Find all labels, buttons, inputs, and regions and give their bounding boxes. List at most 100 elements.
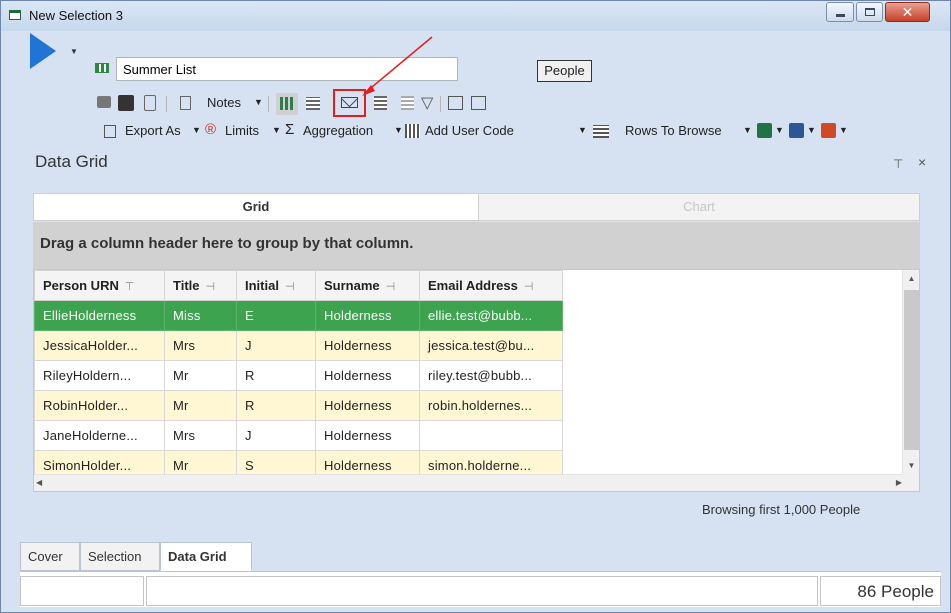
toolbar-separator (268, 96, 269, 112)
minimize-button[interactable] (826, 2, 854, 22)
cell-email[interactable]: riley.test@bubb... (419, 360, 563, 391)
scroll-left-icon[interactable]: ◀ (36, 475, 42, 491)
user-code-dropdown-icon[interactable]: ▼ (578, 125, 587, 135)
cell-title[interactable]: Mr (164, 390, 237, 421)
view-tabs: Grid Chart (33, 193, 920, 221)
cell-title[interactable]: Mr (164, 360, 237, 391)
rows-to-browse-button[interactable]: Rows To Browse (625, 123, 722, 138)
add-user-code-button[interactable]: Add User Code (425, 123, 514, 138)
notes-dropdown-icon[interactable]: ▼ (254, 97, 263, 107)
cell-email[interactable] (419, 420, 563, 451)
cell-title[interactable]: Mrs (164, 420, 237, 451)
pin-icon[interactable]: ⊣ (386, 281, 396, 293)
cell-initial[interactable]: R (236, 390, 316, 421)
grid-icon (95, 63, 109, 73)
scroll-down-icon[interactable]: ▼ (904, 458, 919, 474)
cell-surname[interactable]: Holderness (315, 330, 420, 361)
vertical-scrollbar[interactable]: ▲ ▼ (902, 270, 919, 475)
cell-email[interactable]: ellie.test@bubb... (419, 300, 563, 331)
lock-icon[interactable] (97, 96, 111, 108)
cell-person-urn[interactable]: EllieHolderness (34, 300, 165, 331)
tab-grid[interactable]: Grid (34, 194, 478, 220)
limits-button[interactable]: Limits (225, 123, 259, 138)
word-dropdown-icon[interactable]: ▼ (807, 125, 816, 135)
pin-icon[interactable]: ⊣ (285, 281, 295, 293)
excel-dropdown-icon[interactable]: ▼ (775, 125, 784, 135)
excel-icon[interactable] (757, 123, 772, 138)
tab-data-grid[interactable]: Data Grid (160, 542, 252, 571)
cell-person-urn[interactable]: RileyHoldern... (34, 360, 165, 391)
scroll-thumb[interactable] (904, 290, 919, 450)
rows-icon (593, 125, 609, 138)
horizontal-scrollbar[interactable]: ◀ ▶ (34, 474, 904, 491)
maximize-button[interactable] (856, 2, 883, 22)
rows-dropdown-icon[interactable]: ▼ (743, 125, 752, 135)
limits-icon: ® (205, 121, 217, 138)
cell-surname[interactable]: Holderness (315, 360, 420, 391)
tab-selection[interactable]: Selection (80, 542, 160, 571)
panel-close-icon[interactable]: × (918, 154, 926, 170)
sigma-icon: Σ (285, 121, 295, 138)
list-view-icon[interactable] (306, 97, 320, 110)
outdent-icon[interactable] (401, 96, 414, 110)
table-row[interactable]: JaneHolderne... Mrs J Holderness (34, 420, 563, 451)
close-button[interactable]: ✕ (885, 2, 930, 22)
column-header-initial[interactable]: Initial ⊣ (236, 270, 316, 301)
cell-surname[interactable]: Holderness (315, 420, 420, 451)
cell-initial[interactable]: R (236, 360, 316, 391)
cell-email[interactable]: robin.holdernes... (419, 390, 563, 421)
powerpoint-icon[interactable] (821, 123, 836, 138)
column-header-person-urn[interactable]: Person URN ⊤ (34, 270, 165, 301)
table-row[interactable]: JessicaHolder... Mrs J Holderness jessic… (34, 330, 563, 361)
limits-dropdown-icon[interactable]: ▼ (272, 125, 281, 135)
table-icon[interactable] (448, 96, 463, 110)
column-header-title[interactable]: Title ⊣ (164, 270, 237, 301)
status-panel (20, 576, 144, 606)
selection-name-input[interactable] (116, 57, 458, 81)
cell-surname[interactable]: Holderness (315, 390, 420, 421)
cell-initial[interactable]: J (236, 330, 316, 361)
indent-icon[interactable] (374, 96, 387, 110)
filter-icon[interactable]: ▽ (421, 93, 433, 113)
toolbar-separator (440, 96, 441, 112)
export-as-button[interactable]: Export As (125, 123, 181, 138)
cell-person-urn[interactable]: RobinHolder... (34, 390, 165, 421)
tab-cover[interactable]: Cover (20, 542, 80, 571)
play-dropdown-icon[interactable]: ▼ (70, 47, 78, 56)
cell-email[interactable]: jessica.test@bu... (419, 330, 563, 361)
aggregation-button[interactable]: Aggregation (303, 123, 373, 138)
scroll-corner (902, 474, 919, 491)
cell-surname[interactable]: Holderness (315, 300, 420, 331)
tab-chart[interactable]: Chart (478, 194, 919, 220)
pin-icon[interactable]: ⊤ (893, 157, 903, 171)
cell-person-urn[interactable]: JaneHolderne... (34, 420, 165, 451)
email-icon (341, 97, 358, 108)
export-dropdown-icon[interactable]: ▼ (192, 125, 201, 135)
scroll-up-icon[interactable]: ▲ (904, 271, 919, 287)
cell-title[interactable]: Mrs (164, 330, 237, 361)
cell-person-urn[interactable]: JessicaHolder... (34, 330, 165, 361)
group-by-hint[interactable]: Drag a column header here to group by th… (33, 222, 920, 269)
people-button[interactable]: People (537, 60, 592, 82)
table-row[interactable]: EllieHolderness Miss E Holderness ellie.… (34, 300, 563, 331)
table-row[interactable]: RobinHolder... Mr R Holderness robin.hol… (34, 390, 563, 421)
pin-icon[interactable]: ⊣ (206, 281, 216, 293)
new-icon[interactable] (144, 95, 156, 111)
save-icon[interactable] (118, 95, 134, 111)
columns-icon[interactable] (471, 96, 486, 110)
grid-table: Person URN ⊤ Title ⊣ Initial ⊣ Surname ⊣ Ema… (34, 270, 563, 481)
table-row[interactable]: RileyHoldern... Mr R Holderness riley.te… (34, 360, 563, 391)
cell-initial[interactable]: J (236, 420, 316, 451)
pin-icon[interactable]: ⊣ (524, 281, 534, 293)
aggregation-dropdown-icon[interactable]: ▼ (394, 125, 403, 135)
cell-title[interactable]: Miss (164, 300, 237, 331)
column-header-surname[interactable]: Surname ⊣ (315, 270, 420, 301)
export-icon (104, 125, 116, 138)
column-header-email[interactable]: Email Address ⊣ (419, 270, 563, 301)
pin-icon[interactable]: ⊤ (125, 281, 135, 293)
cell-initial[interactable]: E (236, 300, 316, 331)
powerpoint-dropdown-icon[interactable]: ▼ (839, 125, 848, 135)
play-icon[interactable] (30, 33, 56, 69)
word-icon[interactable] (789, 123, 804, 138)
notes-button[interactable]: Notes (207, 95, 241, 110)
